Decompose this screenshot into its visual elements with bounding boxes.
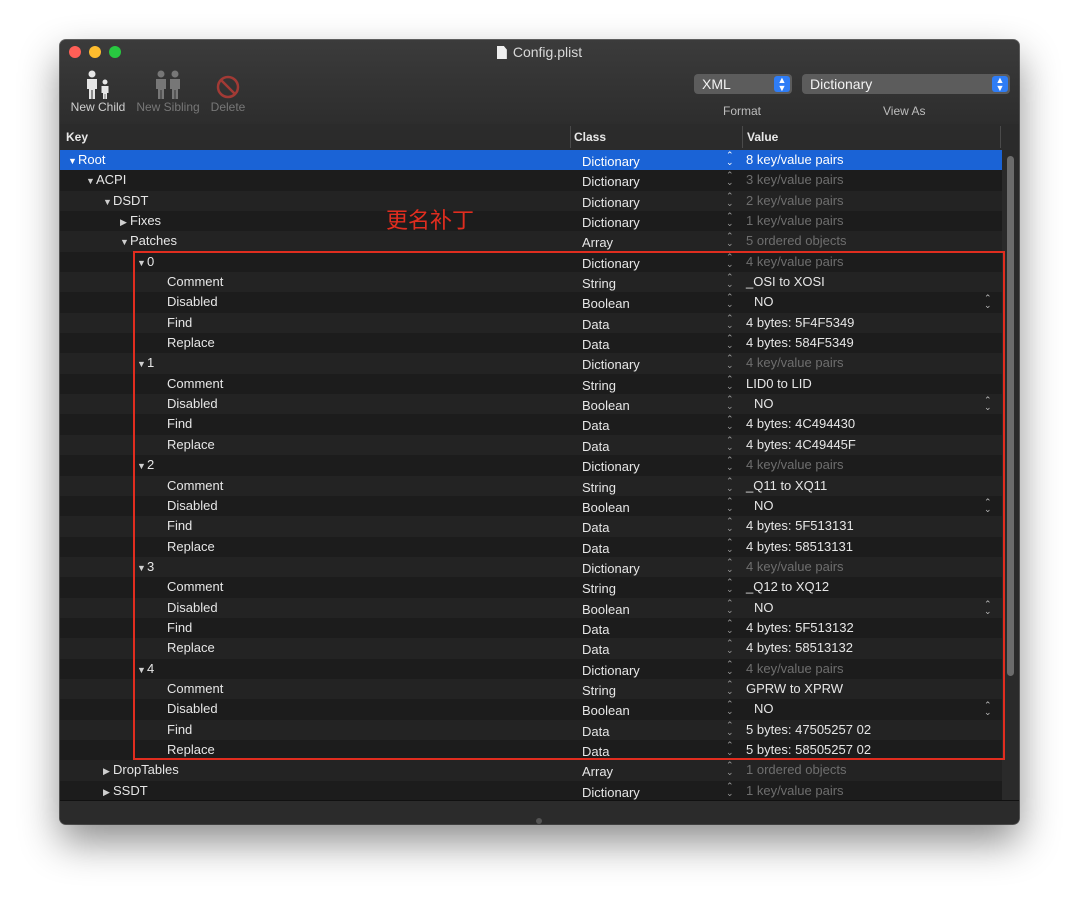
window-title: Config.plist xyxy=(60,44,1019,60)
new-child-label: New Child xyxy=(70,100,126,114)
row-key: ▼Patches xyxy=(120,233,177,249)
row-class[interactable]: Dictionary xyxy=(582,174,640,189)
updown-chevron-icon: ▲ ▼ xyxy=(774,76,790,93)
resize-grip[interactable] xyxy=(536,818,542,824)
row-value[interactable]: 3 key/value pairs xyxy=(746,172,844,187)
delete-button[interactable]: Delete xyxy=(206,68,250,114)
class-stepper-icon[interactable]: ⌃ ⌄ xyxy=(726,212,734,228)
table-row[interactable]: ▶ Fixes Dictionary ⌃ ⌄ 1 key/value pairs xyxy=(60,211,1002,232)
class-stepper-icon[interactable]: ⌃ ⌄ xyxy=(726,151,734,167)
class-stepper-icon[interactable]: ⌃ ⌄ xyxy=(726,191,734,207)
class-stepper-icon[interactable]: ⌃ ⌄ xyxy=(726,781,734,797)
view-as-caption: View As xyxy=(883,104,926,118)
column-value-header[interactable]: Value xyxy=(747,130,778,144)
row-key: ▼Root xyxy=(68,152,106,167)
row-value[interactable]: 8 key/value pairs xyxy=(746,152,844,167)
table-row[interactable]: ▶ DropTables Array ⌃ ⌄ 1 ordered objects xyxy=(60,760,1002,781)
row-value[interactable]: 1 key/value pairs xyxy=(746,213,844,228)
annotation-label: 更名补丁 xyxy=(386,209,475,234)
row-value[interactable]: 5 ordered objects xyxy=(746,233,846,248)
class-stepper-icon[interactable]: ⌃ ⌄ xyxy=(726,232,734,248)
column-header: Key Class Value xyxy=(60,124,1019,151)
row-class[interactable]: Array xyxy=(582,235,613,250)
row-key: ▶ SSDT xyxy=(103,782,148,798)
format-caption: Format xyxy=(723,104,762,118)
delete-icon xyxy=(206,68,250,100)
row-key: ▼ACPI xyxy=(86,172,127,188)
row-class[interactable]: Dictionary xyxy=(582,215,640,230)
column-key-header[interactable]: Key xyxy=(66,130,88,144)
new-sibling-button[interactable]: New Sibling xyxy=(133,68,203,114)
class-stepper-icon[interactable]: ⌃ ⌄ xyxy=(726,171,734,187)
row-key: ▶ DropTables xyxy=(103,762,179,778)
disclosure-closed-icon[interactable]: ▶ xyxy=(120,217,130,228)
new-child-icon xyxy=(68,68,128,100)
row-class[interactable]: Array xyxy=(582,764,613,779)
row-key: ▼DSDT xyxy=(103,192,149,208)
table-row[interactable]: ▶ SSDT Dictionary ⌃ ⌄ 1 key/value pairs xyxy=(60,780,1002,800)
row-class[interactable]: Dictionary xyxy=(582,785,640,800)
new-sibling-label: New Sibling xyxy=(136,100,200,114)
table-row[interactable]: ▼ACPI Dictionary ⌃ ⌄ 3 key/value pairs xyxy=(60,170,1002,191)
document-icon xyxy=(496,46,507,59)
table-row[interactable]: ▼DSDT Dictionary ⌃ ⌄ 2 key/value pairs xyxy=(60,190,1002,212)
scroll-thumb[interactable] xyxy=(1007,156,1014,676)
disclosure-open-icon[interactable]: ▼ xyxy=(120,237,130,247)
row-value[interactable]: 1 ordered objects xyxy=(746,762,846,777)
disclosure-open-icon[interactable]: ▼ xyxy=(68,156,78,166)
bottom-bar xyxy=(60,800,1019,824)
updown-chevron-icon: ▲ ▼ xyxy=(992,76,1008,93)
class-stepper-icon[interactable]: ⌃ ⌄ xyxy=(726,761,734,777)
delete-label: Delete xyxy=(210,100,246,114)
row-value[interactable]: 2 key/value pairs xyxy=(746,193,844,208)
new-child-button[interactable]: New Child xyxy=(68,68,128,114)
format-select[interactable]: XML ▲ ▼ xyxy=(694,74,792,94)
view-as-select[interactable]: Dictionary ▲ ▼ xyxy=(802,74,1010,94)
table-row[interactable]: ▼Root Dictionary ⌃ ⌄ 8 key/value pairs xyxy=(60,150,1002,171)
column-class-header[interactable]: Class xyxy=(574,130,606,144)
row-class[interactable]: Dictionary xyxy=(582,195,640,210)
row-value[interactable]: 1 key/value pairs xyxy=(746,783,844,798)
row-key: ▶ Fixes xyxy=(120,213,162,229)
toolbar: Config.plist New Child New Sibling Delet… xyxy=(60,40,1019,125)
disclosure-closed-icon[interactable]: ▶ xyxy=(103,766,113,777)
highlight-box xyxy=(133,251,1005,760)
disclosure-open-icon[interactable]: ▼ xyxy=(103,197,113,207)
table-row[interactable]: ▼Patches Array ⌃ ⌄ 5 ordered objects xyxy=(60,231,1002,252)
new-sibling-icon xyxy=(133,68,203,100)
disclosure-closed-icon[interactable]: ▶ xyxy=(103,787,113,798)
disclosure-open-icon[interactable]: ▼ xyxy=(86,176,96,186)
row-class[interactable]: Dictionary xyxy=(582,154,640,169)
